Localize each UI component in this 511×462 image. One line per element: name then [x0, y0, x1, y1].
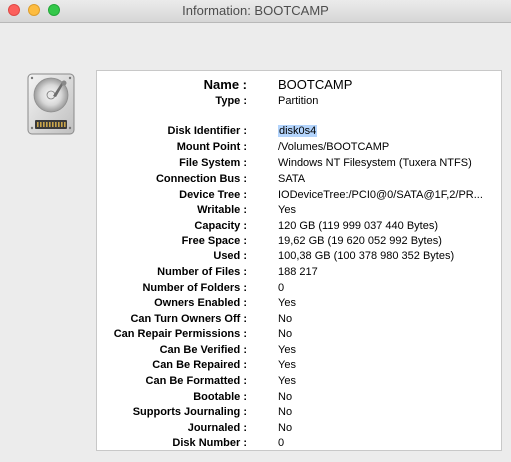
info-row: Owners Enabled : Yes: [97, 295, 501, 311]
info-row: Writable : Yes: [97, 202, 501, 218]
info-row: Can Be Verified : Yes: [97, 342, 501, 358]
info-row: Capacity : 120 GB (119 999 037 440 Bytes…: [97, 218, 501, 234]
info-row: Bootable : No: [97, 389, 501, 405]
type-value: Partition: [278, 95, 319, 107]
field-value[interactable]: No: [278, 326, 292, 342]
info-row: Can Be Formatted : Yes: [97, 373, 501, 389]
field-value[interactable]: /Volumes/BOOTCAMP: [278, 139, 389, 155]
info-row: Supports Journaling : No: [97, 404, 501, 420]
info-row: Journaled : No: [97, 420, 501, 436]
info-panel: Name : BOOTCAMP Type : Partition Disk Id…: [96, 70, 502, 451]
info-row-type: Type : Partition: [97, 93, 501, 109]
field-value[interactable]: No: [278, 420, 292, 436]
field-label: Writable :: [197, 204, 247, 216]
field-label: Can Turn Owners Off :: [130, 313, 247, 325]
info-row-name: Name : BOOTCAMP: [97, 76, 501, 94]
info-row: Disk Number : 0: [97, 435, 501, 451]
info-window: Information: BOOTCAMP Name: BOOTCAMP Ty…: [0, 0, 511, 462]
field-value[interactable]: Yes: [278, 202, 296, 218]
field-value[interactable]: Windows NT Filesystem (Tuxera NTFS): [278, 155, 472, 171]
info-row: Can Be Repaired : Yes: [97, 357, 501, 373]
field-value[interactable]: disk0s4: [278, 123, 318, 139]
field-value[interactable]: 100,38 GB (100 378 980 352 Bytes): [278, 248, 454, 264]
field-value[interactable]: 0: [278, 435, 284, 451]
field-value[interactable]: SATA: [278, 171, 305, 187]
field-label: Can Repair Permissions :: [113, 328, 247, 340]
field-value[interactable]: 19,62 GB (19 620 052 992 Bytes): [278, 233, 442, 249]
selected-text[interactable]: disk0s4: [278, 125, 318, 137]
window-title: Information: BOOTCAMP: [182, 3, 329, 18]
name-label: Name :: [203, 77, 247, 92]
field-label: Can Be Verified :: [159, 344, 247, 356]
field-label: Mount Point :: [176, 141, 247, 153]
field-label: Supports Journaling :: [132, 406, 247, 418]
field-label: Disk Identifier :: [167, 125, 247, 137]
field-label: Used :: [213, 250, 247, 262]
field-label: Disk Number :: [172, 437, 247, 449]
field-label: Owners Enabled :: [154, 297, 247, 309]
field-value[interactable]: 188 217: [278, 264, 318, 280]
field-label: Number of Folders :: [142, 282, 247, 294]
field-value[interactable]: 120 GB (119 999 037 440 Bytes): [278, 218, 438, 234]
field-value[interactable]: No: [278, 389, 292, 405]
field-value[interactable]: No: [278, 311, 292, 327]
field-label: Can Be Repaired :: [152, 359, 247, 371]
info-row: Can Turn Owners Off : No: [97, 311, 501, 327]
info-row: Can Repair Permissions : No: [97, 326, 501, 342]
field-value[interactable]: IODeviceTree:/PCI0@0/SATA@1F,2/PR...: [278, 187, 483, 203]
info-row: Connection Bus : SATA: [97, 171, 501, 187]
info-row: Number of Files : 188 217: [97, 264, 501, 280]
field-label: Device Tree :: [179, 189, 247, 201]
info-row: Number of Folders : 0: [97, 280, 501, 296]
field-value[interactable]: 0: [278, 280, 284, 296]
info-row: Device Tree : IODeviceTree:/PCI0@0/SATA@…: [97, 187, 501, 203]
hard-disk-icon: [27, 73, 75, 135]
type-label: Type :: [215, 95, 247, 107]
field-label: Bootable :: [193, 391, 247, 403]
field-value[interactable]: No: [278, 404, 292, 420]
field-label: Number of Files :: [157, 266, 247, 278]
field-label: Capacity :: [194, 220, 247, 232]
name-value[interactable]: BOOTCAMP: [278, 76, 352, 94]
field-value[interactable]: Yes: [278, 342, 296, 358]
field-label: Journaled :: [187, 422, 247, 434]
field-value[interactable]: Yes: [278, 295, 296, 311]
field-value[interactable]: Yes: [278, 373, 296, 389]
info-row: Used : 100,38 GB (100 378 980 352 Bytes): [97, 248, 501, 264]
field-label: Free Space :: [181, 235, 247, 247]
info-row: Mount Point : /Volumes/BOOTCAMP: [97, 139, 501, 155]
info-row: Disk Identifier : disk0s4: [97, 123, 501, 139]
info-row: File System : Windows NT Filesystem (Tux…: [97, 155, 501, 171]
field-label: File System :: [179, 157, 247, 169]
info-row: Free Space : 19,62 GB (19 620 052 992 By…: [97, 233, 501, 249]
field-label: Connection Bus :: [155, 173, 247, 185]
field-label: Can Be Formatted :: [145, 375, 247, 387]
field-value[interactable]: Yes: [278, 357, 296, 373]
title-bar: Information: BOOTCAMP: [0, 0, 511, 23]
